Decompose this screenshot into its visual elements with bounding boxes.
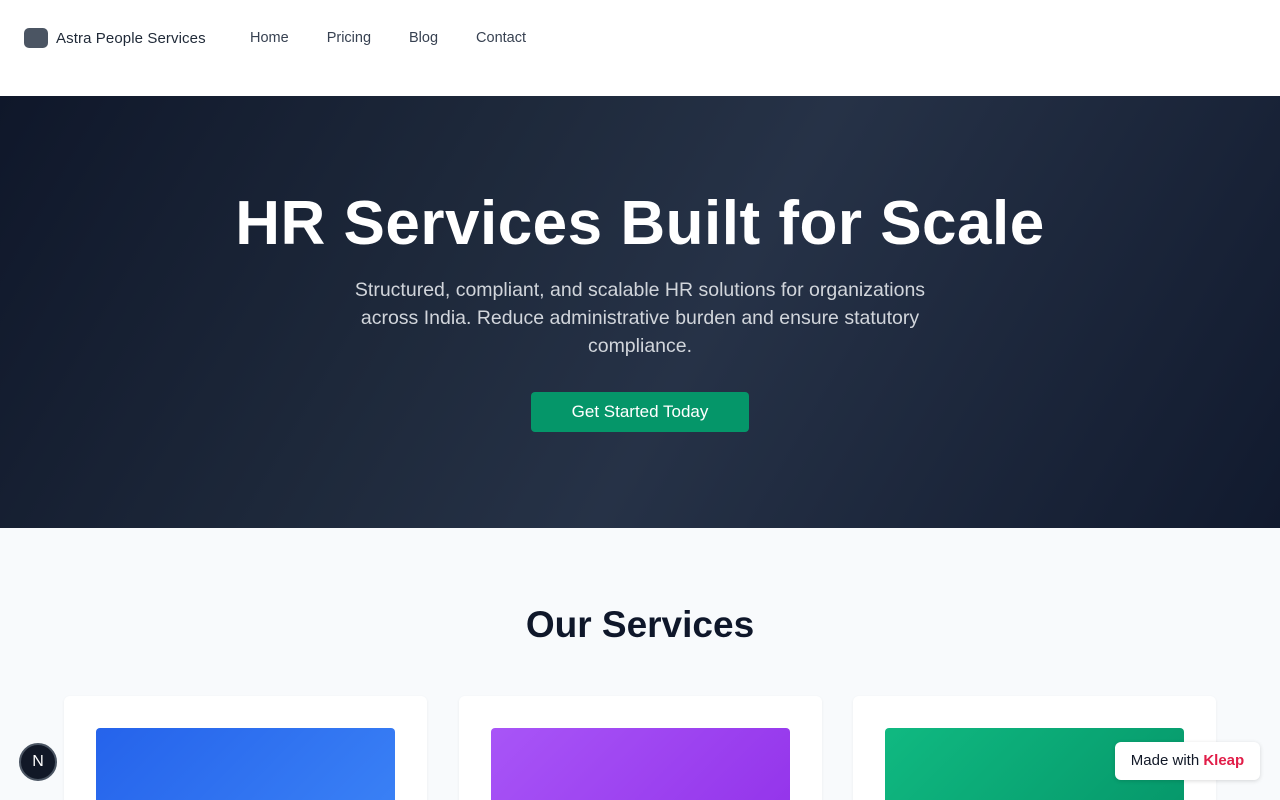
made-with-prefix: Made with xyxy=(1130,752,1200,769)
hero-subtitle: Structured, compliant, and scalable HR s… xyxy=(354,279,926,357)
nav-item-blog[interactable]: Blog xyxy=(409,30,438,46)
nav-item-home[interactable]: Home xyxy=(250,30,289,46)
service-card-media xyxy=(491,728,790,800)
nav-item-contact[interactable]: Contact xyxy=(476,30,526,46)
made-with-kleap-badge[interactable]: Made with Kleap xyxy=(1115,742,1260,780)
service-card-media: ▲ xyxy=(96,728,395,800)
brand[interactable]: Astra People Services xyxy=(24,28,206,48)
service-card-2[interactable] xyxy=(459,696,822,800)
service-card-1[interactable]: ▲ xyxy=(64,696,427,800)
hero-section: HR Services Built for Scale Structured, … xyxy=(0,96,1280,528)
nav-item-pricing[interactable]: Pricing xyxy=(327,30,371,46)
hero-title: HR Services Built for Scale xyxy=(235,189,1045,258)
brand-name: Astra People Services xyxy=(56,29,206,47)
logo-square-icon xyxy=(24,28,48,48)
top-navbar: Astra People Services Home Pricing Blog … xyxy=(0,0,1280,96)
kleap-brand: Kleap xyxy=(1203,752,1245,769)
framework-badge[interactable]: N xyxy=(19,743,57,781)
nav-links: Home Pricing Blog Contact xyxy=(250,30,564,46)
get-started-button[interactable]: Get Started Today xyxy=(531,392,749,432)
services-title: Our Services xyxy=(525,604,755,645)
